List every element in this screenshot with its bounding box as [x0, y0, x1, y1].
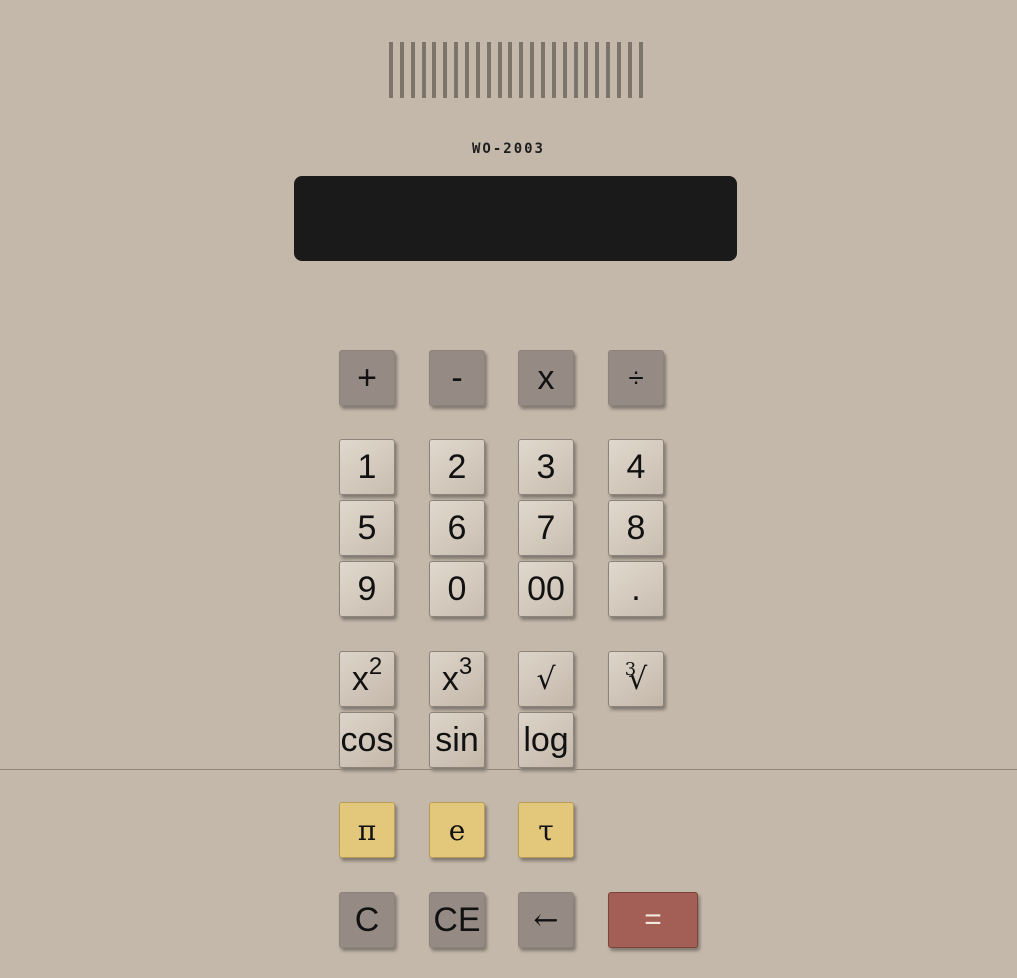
e-button[interactable]: e: [429, 802, 485, 858]
cube-root-button[interactable]: 3 √: [608, 651, 664, 707]
log-button[interactable]: log: [518, 712, 574, 768]
decimal-point-button[interactable]: .: [608, 561, 664, 617]
section-divider: [0, 769, 1017, 770]
square-base-label: x: [351, 659, 369, 698]
cube-button[interactable]: x3: [429, 651, 485, 707]
multiply-button[interactable]: x: [518, 350, 574, 406]
square-root-button[interactable]: √: [518, 651, 574, 707]
digit-4-button[interactable]: 4: [608, 439, 664, 495]
digit-7-button[interactable]: 7: [518, 500, 574, 556]
backspace-button[interactable]: ←: [518, 892, 574, 948]
divide-button[interactable]: ÷: [608, 350, 664, 406]
square-exponent-label: 2: [368, 653, 383, 680]
cube-base-label: x: [441, 659, 459, 698]
digit-2-button[interactable]: 2: [429, 439, 485, 495]
cube-exponent-label: 3: [458, 653, 473, 680]
digit-0-button[interactable]: 0: [429, 561, 485, 617]
digit-1-button[interactable]: 1: [339, 439, 395, 495]
speaker-grille: [389, 42, 643, 98]
sin-button[interactable]: sin: [429, 712, 485, 768]
double-zero-button[interactable]: 00: [518, 561, 574, 617]
clear-button[interactable]: C: [339, 892, 395, 948]
plus-button[interactable]: +: [339, 350, 395, 406]
clear-entry-button[interactable]: CE: [429, 892, 485, 948]
square-button[interactable]: x2: [339, 651, 395, 707]
tau-button[interactable]: τ: [518, 802, 574, 858]
model-label: WO-2003: [471, 141, 545, 157]
digit-9-button[interactable]: 9: [339, 561, 395, 617]
cos-button[interactable]: cos: [339, 712, 395, 768]
digit-3-button[interactable]: 3: [518, 439, 574, 495]
equals-button[interactable]: =: [608, 892, 698, 948]
minus-button[interactable]: -: [429, 350, 485, 406]
pi-button[interactable]: π: [339, 802, 395, 858]
cube-root-index-label: 3: [624, 658, 637, 680]
calculator-display: [294, 176, 737, 261]
digit-8-button[interactable]: 8: [608, 500, 664, 556]
digit-5-button[interactable]: 5: [339, 500, 395, 556]
digit-6-button[interactable]: 6: [429, 500, 485, 556]
